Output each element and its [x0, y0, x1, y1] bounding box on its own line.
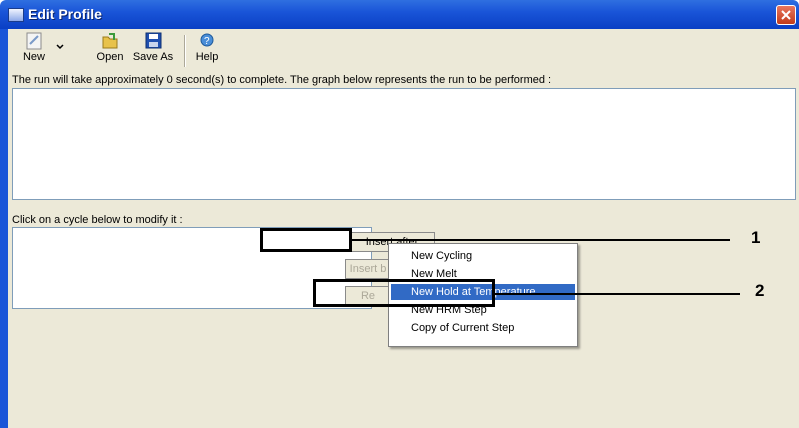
window-frame-left: [0, 29, 8, 428]
window-icon: [8, 8, 24, 22]
new-document-icon: [26, 32, 42, 50]
title-bar[interactable]: Edit Profile: [0, 0, 799, 29]
save-icon: [145, 32, 162, 49]
new-button[interactable]: New: [14, 31, 54, 63]
callout-number-1: 1: [751, 228, 761, 247]
new-dropdown-arrow[interactable]: [54, 41, 66, 53]
edit-profile-window: Edit Profile New Open Save As ? Help The…: [0, 0, 799, 428]
menu-item-new-cycling[interactable]: New Cycling: [391, 248, 575, 264]
menu-item-copy-current-step[interactable]: Copy of Current Step: [391, 320, 575, 336]
help-button[interactable]: ? Help: [190, 31, 224, 63]
toolbar: New Open Save As ? Help: [8, 29, 799, 72]
save-as-button[interactable]: Save As: [130, 31, 176, 63]
open-button[interactable]: Open: [90, 31, 130, 63]
callout-number-2: 2: [755, 281, 765, 300]
new-label: New: [22, 51, 45, 63]
insert-before-button: Insert b: [345, 259, 391, 279]
close-button[interactable]: [776, 5, 796, 25]
callout-box-2: [313, 279, 495, 307]
open-folder-icon: [102, 33, 118, 49]
toolbar-separator: [184, 35, 186, 67]
help-icon: ?: [200, 33, 214, 47]
cycle-prompt-label: Click on a cycle below to modify it :: [12, 214, 183, 226]
window-title: Edit Profile: [28, 6, 102, 22]
callout-line-1: [350, 239, 730, 241]
svg-text:?: ?: [204, 36, 210, 47]
run-graph-area[interactable]: [12, 88, 796, 200]
chevron-down-icon: [56, 44, 64, 50]
callout-line-2: [493, 293, 740, 295]
help-label: Help: [195, 51, 219, 63]
save-as-label: Save As: [132, 51, 174, 63]
close-icon: [781, 10, 791, 20]
callout-box-1: [260, 228, 352, 252]
open-label: Open: [96, 51, 124, 63]
run-duration-text: The run will take approximately 0 second…: [12, 74, 552, 86]
insert-before-label: Insert b: [349, 263, 387, 275]
